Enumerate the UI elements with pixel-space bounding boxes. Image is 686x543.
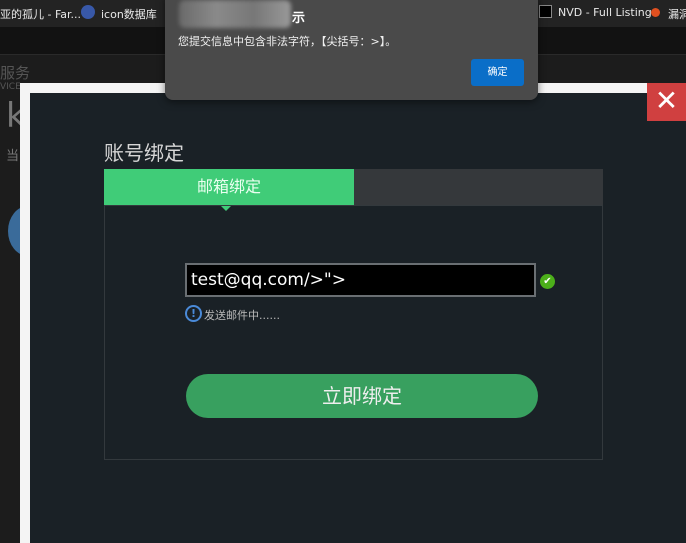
bg-heading: 服务 [0, 64, 31, 82]
alert-title: 示 [292, 11, 306, 26]
email-input[interactable]: test@qq.com/>"> [185, 263, 536, 297]
bug-icon [651, 8, 660, 17]
bind-button[interactable]: 立即绑定 [186, 374, 538, 418]
status-hint: 发送邮件中...... [204, 309, 280, 322]
alert-dialog: 示 您提交信息中包含非法字符，【尖括号：>】。 确定 [165, 0, 538, 100]
bookmark[interactable]: icon数据库 [101, 6, 157, 22]
modal-title: 账号绑定 [104, 141, 184, 165]
bookmark[interactable]: 亚的孤儿 - Far... [0, 6, 81, 22]
globe-icon [81, 5, 95, 19]
ok-button[interactable]: 确定 [471, 59, 524, 86]
alert-message: 您提交信息中包含非法字符，【尖括号：>】。 [178, 35, 397, 48]
bg-text: 当 [6, 149, 20, 164]
bookmark[interactable]: 漏洞 [668, 6, 686, 22]
close-button[interactable]: ✕ [647, 83, 686, 121]
tab-bar: 邮箱绑定 [104, 169, 603, 211]
tab-email-bind[interactable]: 邮箱绑定 [104, 169, 354, 211]
info-icon: ! [185, 305, 202, 322]
bookmark[interactable]: NVD - Full Listing [558, 6, 652, 19]
blurred-origin [179, 0, 291, 28]
check-icon: ✔ [540, 274, 555, 289]
nvd-icon [539, 5, 552, 18]
bg-subheading: VICE [0, 82, 21, 92]
tab-panel [104, 205, 603, 460]
